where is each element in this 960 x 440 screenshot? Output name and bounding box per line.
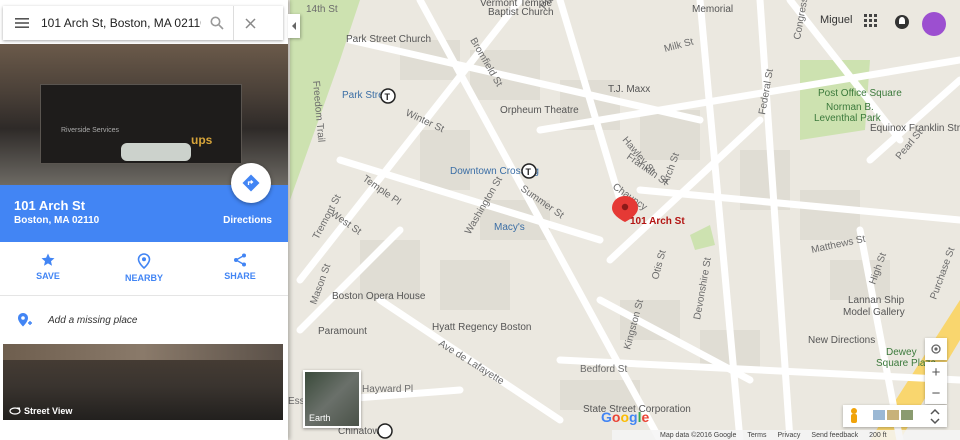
star-icon: [41, 253, 55, 266]
poi-norman-1: Norman B.: [826, 102, 874, 113]
poi-macys: Macy's: [494, 222, 525, 233]
poi-equinox: Equinox Franklin Street: [870, 123, 960, 134]
scale-label: 200 ft: [869, 431, 887, 439]
poi-paramount: Paramount: [318, 326, 367, 337]
imagery-bar: [843, 405, 947, 427]
truck: Riverside Services ups: [40, 84, 242, 164]
save-button[interactable]: SAVE: [13, 245, 83, 293]
street-label-hayward: Hayward Pl: [362, 384, 413, 395]
terms-link[interactable]: Terms: [747, 432, 766, 439]
directions-icon: [242, 174, 260, 192]
poi-tj-maxx: T.J. Maxx: [608, 84, 650, 95]
street-view-building-strip: [3, 344, 283, 360]
truck-sign: Riverside Services: [61, 127, 119, 134]
street-view-360-icon: [9, 407, 21, 415]
pegman-body: [851, 414, 857, 423]
search-box: [3, 6, 283, 40]
divider: [0, 295, 288, 296]
search-icon: [210, 16, 224, 30]
chevron-left-icon: [292, 22, 296, 30]
zoom-in-button[interactable]: +: [925, 362, 947, 383]
search-input[interactable]: [41, 16, 201, 30]
share-icon: [234, 253, 246, 267]
action-row: SAVE NEARBY SHARE: [0, 245, 288, 293]
zoom-controls: + −: [925, 362, 947, 404]
street-label-bedford: Bedford St: [580, 364, 627, 375]
user-name: Miguel: [820, 14, 853, 26]
poi-park-street-church: Park Street Church: [346, 34, 431, 45]
poi-vermont-temple-2: Baptist Church: [488, 7, 554, 18]
poi-boston-opera-house: Boston Opera House: [332, 291, 426, 302]
side-panel: Riverside Services ups 101 Arch St Bosto…: [0, 0, 288, 440]
place-address: Boston, MA 02110: [14, 215, 100, 226]
search-button[interactable]: [201, 6, 233, 40]
marker-label: 101 Arch St: [630, 216, 685, 227]
notifications-bell-icon[interactable]: [895, 14, 909, 35]
earth-view-toggle[interactable]: Earth: [303, 370, 361, 428]
my-location-button[interactable]: [925, 338, 947, 360]
directions-button[interactable]: [231, 163, 271, 203]
google-logo: Google: [601, 409, 650, 425]
street-view-text: Street View: [24, 406, 73, 416]
nearby-label: NEARBY: [124, 273, 163, 283]
hamburger-menu-icon: [15, 18, 29, 28]
thumbnail-2[interactable]: [887, 410, 899, 420]
ups-logo: ups: [191, 133, 213, 147]
street-view-thumbnail[interactable]: Street View: [3, 344, 283, 420]
earth-label: Earth: [309, 413, 331, 423]
car: [121, 143, 191, 161]
street-view-label: Street View: [9, 406, 72, 416]
street-label-14th: 14th St: [306, 4, 338, 15]
poi-memorial: Memorial: [692, 4, 733, 15]
metro-station-glyph: T: [526, 167, 532, 177]
poi-dewey-1: Dewey: [886, 347, 917, 358]
directions-link[interactable]: Directions: [223, 215, 272, 226]
user-avatar[interactable]: [922, 12, 946, 36]
location-pin-dot: [621, 203, 629, 211]
poi-orpheum-theatre: Orpheum Theatre: [500, 105, 579, 116]
clear-search-button[interactable]: [233, 6, 266, 40]
crosshair-icon: [931, 344, 941, 354]
footer-bar: Map data ©2016 Google Terms Privacy Send…: [612, 430, 960, 440]
poi-new-directions: New Directions: [808, 335, 875, 346]
add-missing-place[interactable]: Add a missing place: [0, 305, 288, 335]
post-office-square-park: [800, 60, 870, 140]
nearby-pin-icon: [137, 253, 151, 269]
poi-lannan-2: Model Gallery: [843, 307, 905, 318]
poi-hyatt-regency: Hyatt Regency Boston: [432, 322, 532, 333]
send-feedback-link[interactable]: Send feedback: [811, 432, 858, 439]
map-data-credit: Map data ©2016 Google: [660, 431, 737, 439]
expand-chevrons-icon[interactable]: [930, 408, 940, 425]
add-place-label: Add a missing place: [48, 314, 138, 326]
menu-button[interactable]: [3, 6, 41, 40]
add-place-icon: [18, 313, 32, 327]
collapse-panel-button[interactable]: [288, 14, 300, 38]
close-icon: [244, 17, 256, 29]
save-label: SAVE: [36, 271, 60, 281]
poi-post-office-square: Post Office Square: [818, 88, 902, 99]
metro-station-glyph: T: [385, 92, 391, 102]
poi-lannan-1: Lannan Ship: [848, 295, 905, 306]
thumbnail-3[interactable]: [901, 410, 913, 420]
metro-station-icon-chinatown[interactable]: [377, 423, 393, 439]
pegman-icon[interactable]: [851, 408, 857, 414]
thumbnail-1[interactable]: [873, 410, 885, 420]
nearby-button[interactable]: NEARBY: [109, 245, 179, 293]
share-label: SHARE: [224, 271, 256, 281]
privacy-link[interactable]: Privacy: [777, 432, 800, 439]
share-button[interactable]: SHARE: [205, 245, 275, 293]
zoom-out-button[interactable]: −: [925, 383, 947, 404]
place-title: 101 Arch St: [14, 198, 86, 213]
apps-grid-icon[interactable]: [864, 14, 878, 33]
